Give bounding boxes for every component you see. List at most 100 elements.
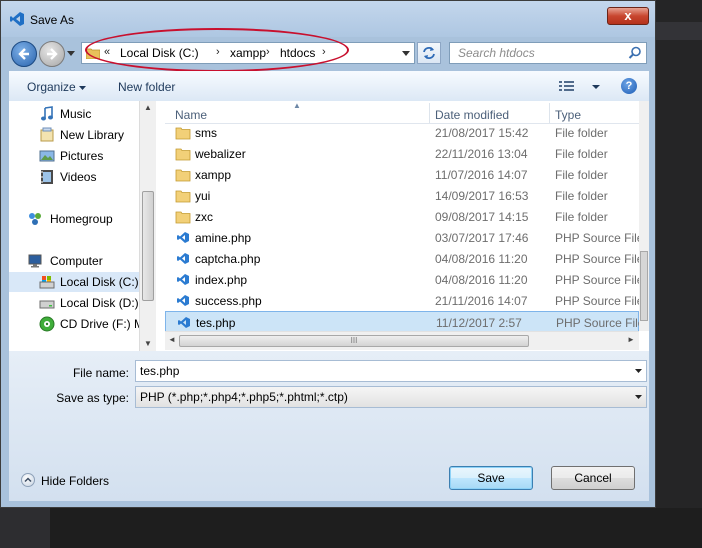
file-type: PHP Source File <box>555 273 644 287</box>
view-details-icon <box>559 81 574 91</box>
music-icon <box>41 106 53 121</box>
computer-icon <box>28 254 42 268</box>
file-row-selected[interactable]: tes.php 11/12/2017 2:57 PHP Source File <box>165 311 644 332</box>
php-file-icon <box>177 253 189 264</box>
column-divider[interactable] <box>429 103 430 123</box>
navigation-pane: Music New Library Pictures Videos Homegr… <box>9 101 139 351</box>
vertical-scroll-thumb[interactable] <box>640 251 648 321</box>
file-name-input[interactable]: tes.php <box>135 360 647 382</box>
cd-drive-icon <box>39 316 55 332</box>
save-button[interactable]: Save <box>449 466 533 490</box>
breadcrumb-separator[interactable]: › <box>322 46 326 58</box>
sidebar-item-new-library[interactable]: New Library <box>9 125 139 145</box>
file-name: xampp <box>195 168 232 182</box>
file-type: File folder <box>555 189 608 203</box>
new-folder-button[interactable]: New folder <box>118 80 175 94</box>
breadcrumb-separator[interactable]: › <box>216 46 220 58</box>
search-input[interactable]: Search htdocs <box>449 42 647 64</box>
organize-label: Organize <box>27 80 76 94</box>
sidebar-item-computer[interactable]: Computer <box>9 251 139 271</box>
file-row[interactable]: xampp 11/07/2016 14:07 File folder <box>165 164 639 185</box>
breadcrumb-xampp[interactable]: xampp <box>230 46 266 60</box>
php-file-icon <box>177 232 189 243</box>
breadcrumb-separator[interactable]: › <box>266 46 270 58</box>
sidebar-item-local-disk-c[interactable]: Local Disk (C:) <box>9 272 139 292</box>
pictures-icon <box>39 150 55 162</box>
address-bar[interactable]: « Local Disk (C:) › xampp › htdocs › <box>81 42 415 64</box>
sidebar-item-music[interactable]: Music <box>9 104 139 124</box>
php-file-icon <box>177 274 189 285</box>
search-icon[interactable] <box>628 46 642 60</box>
sidebar-item-cd-drive[interactable]: CD Drive (F:) M <box>9 314 139 334</box>
window-title: Save As <box>30 13 75 27</box>
file-row[interactable]: success.php 21/11/2016 14:07 PHP Source … <box>165 290 643 311</box>
sidebar-item-pictures[interactable]: Pictures <box>9 146 139 166</box>
sidebar-item-videos[interactable]: Videos <box>9 167 139 187</box>
forward-button[interactable] <box>39 41 65 67</box>
file-row[interactable]: yui 14/09/2017 16:53 File folder <box>165 185 639 206</box>
breadcrumb-overflow[interactable]: « <box>104 46 110 58</box>
file-row[interactable]: index.php 04/08/2016 11:20 PHP Source Fi… <box>165 269 643 290</box>
sidebar-item-local-disk-d[interactable]: Local Disk (D:) <box>9 293 139 313</box>
search-placeholder: Search htdocs <box>458 46 535 60</box>
chevron-down-icon <box>79 86 87 90</box>
help-button[interactable]: ? <box>621 78 637 94</box>
refresh-button[interactable] <box>417 42 441 64</box>
file-list-horizontal-scrollbar[interactable]: ◄ III ► <box>165 331 639 350</box>
column-header-type[interactable]: Type <box>555 108 581 122</box>
sidebar-item-label: Videos <box>60 170 97 184</box>
file-row[interactable]: sms 21/08/2017 15:42 File folder <box>165 122 639 143</box>
file-row[interactable]: webalizer 22/11/2016 13:04 File folder <box>165 143 639 164</box>
file-row[interactable]: captcha.php 04/08/2016 11:20 PHP Source … <box>165 248 643 269</box>
save-type-select[interactable]: PHP (*.php;*.php4;*.php5;*.phtml;*.ctp) <box>135 386 647 408</box>
file-date: 21/11/2016 14:07 <box>435 294 528 308</box>
column-header-date[interactable]: Date modified <box>435 108 509 122</box>
sort-ascending-icon: ▲ <box>293 101 301 110</box>
file-type: File folder <box>555 147 608 161</box>
sidebar-item-label: Pictures <box>60 149 104 163</box>
cancel-button[interactable]: Cancel <box>551 466 635 490</box>
breadcrumb-htdocs[interactable]: htdocs <box>280 46 315 60</box>
scroll-right-icon[interactable]: ► <box>627 335 635 344</box>
library-icon <box>40 127 54 142</box>
homegroup-icon <box>29 213 41 225</box>
column-header-name[interactable]: Name <box>175 108 207 122</box>
column-divider[interactable] <box>549 103 550 123</box>
sidebar-item-homegroup[interactable]: Homegroup <box>9 209 139 229</box>
sidebar-item-label: Computer <box>50 254 103 268</box>
file-list-vertical-scrollbar[interactable] <box>639 101 649 331</box>
back-button[interactable] <box>11 41 37 67</box>
organize-menu[interactable]: Organize <box>27 80 87 94</box>
scroll-left-icon[interactable]: ◄ <box>168 335 176 344</box>
sidebar-item-label: CD Drive (F:) M <box>60 317 139 331</box>
scroll-down-icon[interactable]: ▼ <box>144 339 152 348</box>
breadcrumb-local-disk[interactable]: Local Disk (C:) <box>120 46 199 60</box>
file-name: sms <box>195 126 217 140</box>
address-dropdown-icon[interactable] <box>402 51 410 57</box>
chevron-down-icon[interactable] <box>635 369 642 374</box>
file-list: ▲ Name Date modified Type sms 21/08/2017… <box>165 101 649 351</box>
file-name: amine.php <box>195 231 252 245</box>
title-bar[interactable]: Save As x <box>1 1 655 37</box>
chevron-down-icon[interactable] <box>635 395 642 400</box>
file-name: success.php <box>195 294 262 308</box>
file-name: captcha.php <box>195 252 261 266</box>
horizontal-scroll-thumb[interactable]: III <box>179 335 529 347</box>
file-name-value: tes.php <box>140 364 180 378</box>
navigation-scroll-thumb[interactable] <box>142 191 154 301</box>
file-name: index.php <box>195 273 248 287</box>
close-button[interactable]: x <box>607 7 649 25</box>
vscode-icon <box>10 12 24 26</box>
scroll-up-icon[interactable]: ▲ <box>144 103 152 112</box>
save-options-panel: File name: tes.php Save as type: PHP (*.… <box>9 351 649 501</box>
file-row[interactable]: zxc 09/08/2017 14:15 File folder <box>165 206 639 227</box>
change-view-button[interactable] <box>559 79 601 96</box>
save-type-value: PHP (*.php;*.php4;*.php5;*.phtml;*.ctp) <box>140 390 348 404</box>
chevron-down-icon <box>592 85 601 89</box>
recent-pages-dropdown-icon[interactable] <box>67 51 75 57</box>
back-arrow-icon <box>18 48 29 60</box>
folder-icon <box>175 148 191 161</box>
chevron-up-icon <box>21 473 35 487</box>
navigation-scrollbar[interactable]: ▲ ▼ <box>139 101 156 351</box>
file-row[interactable]: amine.php 03/07/2017 17:46 PHP Source Fi… <box>165 227 643 248</box>
